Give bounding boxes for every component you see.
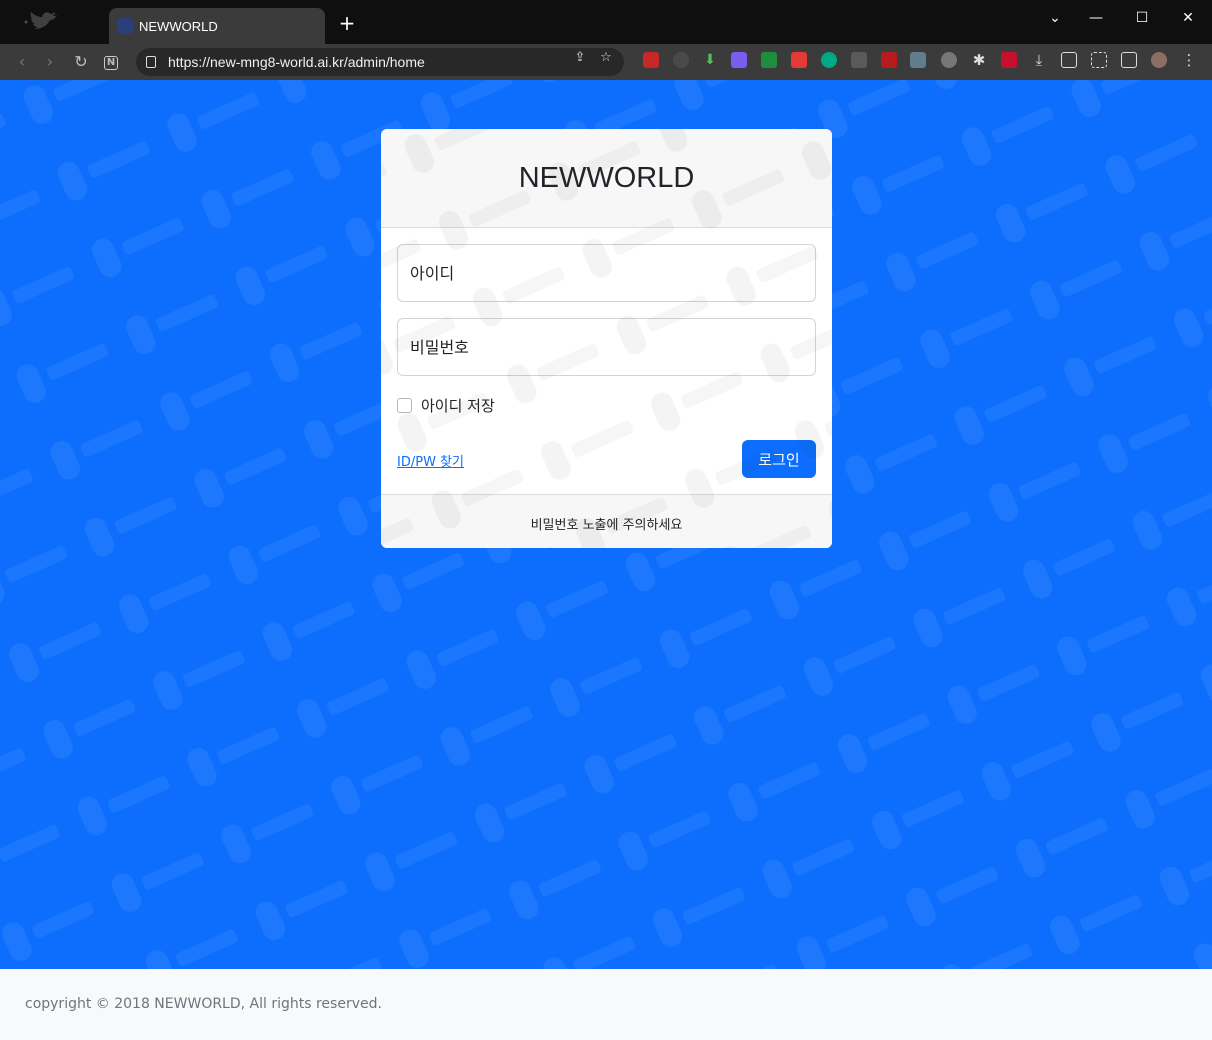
record-icon[interactable] (1061, 52, 1077, 68)
password-notice: 비밀번호 노출에 주의하세요 (530, 518, 683, 533)
share-icon[interactable]: ⇪ (572, 50, 588, 66)
extension-icon[interactable] (761, 52, 777, 68)
extension-icon[interactable] (910, 52, 926, 68)
address-bar[interactable]: https://new-mng8-world.ai.kr/admin/home (136, 48, 624, 76)
lock-icon (146, 56, 156, 68)
close-window-button[interactable]: ✕ (1173, 6, 1203, 30)
download-extension-icon[interactable]: ⬇ (702, 52, 718, 68)
card-header: NEWWORLD (381, 129, 832, 228)
id-input[interactable] (397, 244, 816, 302)
remember-id-row[interactable]: 아이디 저장 (397, 395, 495, 415)
notion-icon[interactable]: N (100, 51, 122, 73)
card-footer: 비밀번호 노출에 주의하세요 (381, 494, 832, 548)
extension-icon[interactable] (821, 52, 837, 68)
minimize-button[interactable]: — (1081, 6, 1111, 30)
browser-tab[interactable]: NEWWORLD (109, 8, 325, 44)
sidebar-icon[interactable] (1121, 52, 1137, 68)
new-tab-button[interactable]: + (336, 12, 358, 34)
password-input[interactable] (397, 318, 816, 376)
reload-icon[interactable]: ↻ (70, 51, 92, 73)
profile-avatar[interactable] (1151, 52, 1167, 68)
browser-title-bar: NEWWORLD + ⌄ — ☐ ✕ (0, 0, 1212, 44)
remember-id-checkbox[interactable] (397, 397, 412, 413)
site-favicon-icon (117, 18, 133, 34)
twitter-bird-icon (24, 12, 57, 29)
forward-icon[interactable]: › (39, 51, 61, 73)
page-footer: copyright © 2018 NEWWORLD, All rights re… (0, 969, 1212, 1040)
maximize-button[interactable]: ☐ (1127, 6, 1157, 30)
tab-title: NEWWORLD (139, 18, 218, 34)
remember-id-label[interactable]: 아이디 저장 (421, 395, 495, 416)
find-id-pw-link[interactable]: ID/PW 찾기 (397, 451, 464, 470)
page-title: NEWWORLD (518, 162, 695, 194)
extension-icon[interactable] (643, 52, 659, 68)
camera-icon[interactable] (941, 52, 957, 68)
translate-flag-icon[interactable] (1001, 52, 1017, 68)
ublock-icon[interactable] (881, 52, 897, 68)
page-background: NEWWORLD 아이디 저장 ID/PW 찾기 로그인 비밀번호 노출에 주의… (0, 80, 1212, 969)
download-icon[interactable]: ⤓ (1031, 52, 1047, 68)
extension-icon[interactable] (851, 52, 867, 68)
screenshot-icon[interactable] (1091, 52, 1107, 68)
more-icon[interactable]: ⋮ (1181, 52, 1197, 68)
login-button[interactable]: 로그인 (742, 440, 816, 478)
tab-list-button[interactable]: ⌄ (1040, 6, 1070, 30)
extension-icon[interactable] (673, 52, 689, 68)
back-icon[interactable]: ‹ (11, 51, 33, 73)
bookmark-star-icon[interactable]: ☆ (598, 50, 614, 66)
login-card: NEWWORLD 아이디 저장 ID/PW 찾기 로그인 비밀번호 노출에 주의… (381, 129, 832, 548)
extension-icon[interactable] (731, 52, 747, 68)
extension-icon[interactable] (791, 52, 807, 68)
address-url[interactable]: https://new-mng8-world.ai.kr/admin/home (168, 54, 425, 70)
extensions-icon[interactable]: ✱ (971, 52, 987, 68)
copyright-text: copyright © 2018 NEWWORLD, All rights re… (25, 996, 382, 1012)
